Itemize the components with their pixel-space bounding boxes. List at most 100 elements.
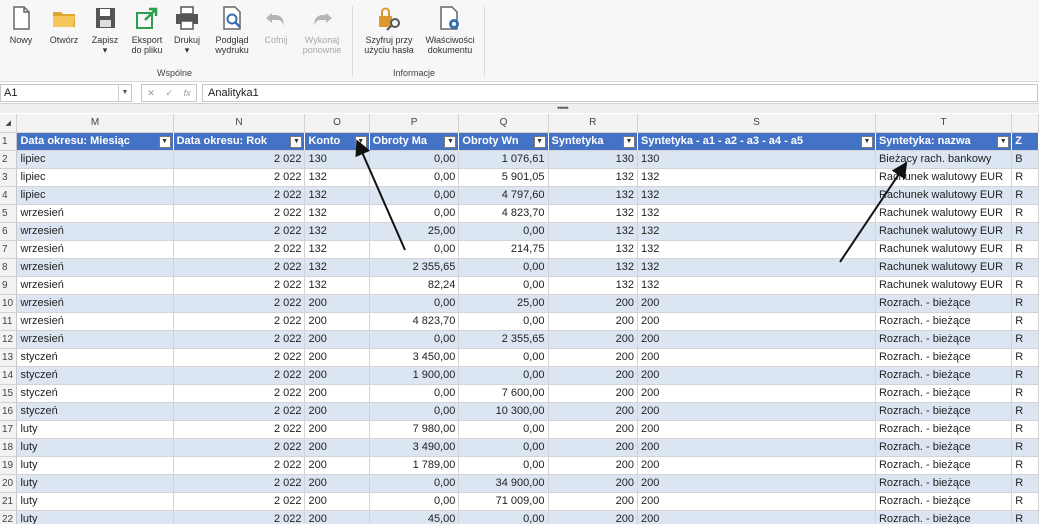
- column-header[interactable]: Syntetyka: nazwa ▼: [875, 132, 1013, 151]
- cell-konto[interactable]: 200: [304, 312, 370, 331]
- column-letter[interactable]: P: [369, 114, 460, 133]
- cell-x[interactable]: R: [1011, 420, 1039, 439]
- column-letter[interactable]: [1011, 114, 1039, 133]
- cell-syn[interactable]: 200: [548, 294, 639, 313]
- cell-syn5[interactable]: 200: [637, 402, 876, 421]
- cell-syn[interactable]: 132: [548, 276, 639, 295]
- cell-ma[interactable]: 0,00: [369, 492, 460, 511]
- cell-syn5[interactable]: 132: [637, 204, 876, 223]
- cell-wn[interactable]: 0,00: [458, 222, 549, 241]
- cell-m[interactable]: luty: [16, 420, 174, 439]
- column-header[interactable]: Syntetyka ▼: [548, 132, 639, 151]
- cell-x[interactable]: B: [1011, 150, 1039, 169]
- cell-konto[interactable]: 200: [304, 348, 370, 367]
- row-number[interactable]: 9: [0, 276, 18, 295]
- cell-x[interactable]: R: [1011, 402, 1039, 421]
- cell-ma[interactable]: 25,00: [369, 222, 460, 241]
- cell-wn[interactable]: 0,00: [458, 276, 549, 295]
- cell-syn[interactable]: 200: [548, 348, 639, 367]
- row-number[interactable]: 1: [0, 132, 18, 151]
- cell-ma[interactable]: 0,00: [369, 474, 460, 493]
- column-header[interactable]: Obroty Wn ▼: [458, 132, 549, 151]
- cell-syn[interactable]: 200: [548, 384, 639, 403]
- cell-wn[interactable]: 0,00: [458, 420, 549, 439]
- cell-m[interactable]: wrzesień: [16, 276, 174, 295]
- cell-syn5[interactable]: 132: [637, 240, 876, 259]
- cell-x[interactable]: R: [1011, 294, 1039, 313]
- cell-nazwa[interactable]: Rachunek walutowy EUR: [875, 168, 1013, 187]
- cell-ma[interactable]: 3 450,00: [369, 348, 460, 367]
- cell-konto[interactable]: 130: [304, 150, 370, 169]
- row-number[interactable]: 11: [0, 312, 18, 331]
- cell-syn[interactable]: 200: [548, 312, 639, 331]
- cell-nazwa[interactable]: Rachunek walutowy EUR: [875, 276, 1013, 295]
- cell-konto[interactable]: 132: [304, 222, 370, 241]
- cell-rok[interactable]: 2 022: [173, 456, 306, 475]
- save-button[interactable]: Zapisz ▾: [90, 4, 120, 55]
- cell-wn[interactable]: 0,00: [458, 510, 549, 524]
- cell-m[interactable]: wrzesień: [16, 312, 174, 331]
- cell-rok[interactable]: 2 022: [173, 366, 306, 385]
- row-number[interactable]: 17: [0, 420, 18, 439]
- cell-m[interactable]: luty: [16, 438, 174, 457]
- cell-rok[interactable]: 2 022: [173, 492, 306, 511]
- cell-konto[interactable]: 200: [304, 510, 370, 524]
- cell-konto[interactable]: 132: [304, 186, 370, 205]
- row-number[interactable]: 12: [0, 330, 18, 349]
- row-number[interactable]: 21: [0, 492, 18, 511]
- cancel-icon[interactable]: ✕: [147, 88, 155, 99]
- cell-wn[interactable]: 4 797,60: [458, 186, 549, 205]
- cell-konto[interactable]: 200: [304, 456, 370, 475]
- filter-dropdown-icon[interactable]: ▼: [623, 135, 636, 148]
- column-letter[interactable]: Q: [458, 114, 549, 133]
- cell-x[interactable]: R: [1011, 222, 1039, 241]
- cell-x[interactable]: R: [1011, 312, 1039, 331]
- row-number[interactable]: 8: [0, 258, 18, 277]
- cell-m[interactable]: styczeń: [16, 384, 174, 403]
- cell-m[interactable]: wrzesień: [16, 240, 174, 259]
- cell-syn5[interactable]: 132: [637, 222, 876, 241]
- cell-rok[interactable]: 2 022: [173, 168, 306, 187]
- cell-x[interactable]: R: [1011, 438, 1039, 457]
- cell-x[interactable]: R: [1011, 168, 1039, 187]
- cell-wn[interactable]: 7 600,00: [458, 384, 549, 403]
- chevron-down-icon[interactable]: ▼: [118, 85, 131, 101]
- cell-nazwa[interactable]: Rozrach. - bieżące: [875, 402, 1013, 421]
- column-header[interactable]: Z: [1011, 132, 1039, 151]
- cell-konto[interactable]: 200: [304, 402, 370, 421]
- cell-syn5[interactable]: 200: [637, 330, 876, 349]
- cell-nazwa[interactable]: Rozrach. - bieżące: [875, 312, 1013, 331]
- cell-m[interactable]: lipiec: [16, 150, 174, 169]
- cell-wn[interactable]: 10 300,00: [458, 402, 549, 421]
- cell-m[interactable]: lipiec: [16, 168, 174, 187]
- cell-nazwa[interactable]: Rachunek walutowy EUR: [875, 204, 1013, 223]
- cell-x[interactable]: R: [1011, 276, 1039, 295]
- cell-nazwa[interactable]: Rozrach. - bieżące: [875, 438, 1013, 457]
- props-button[interactable]: Właściwości dokumentu: [423, 4, 477, 55]
- cell-nazwa[interactable]: Rozrach. - bieżące: [875, 510, 1013, 524]
- filter-dropdown-icon[interactable]: ▼: [533, 135, 546, 148]
- cell-konto[interactable]: 200: [304, 438, 370, 457]
- cell-syn[interactable]: 132: [548, 240, 639, 259]
- cell-nazwa[interactable]: Rozrach. - bieżące: [875, 348, 1013, 367]
- cell-syn5[interactable]: 200: [637, 348, 876, 367]
- cell-ma[interactable]: 4 823,70: [369, 312, 460, 331]
- cell-ma[interactable]: 0,00: [369, 294, 460, 313]
- cell-rok[interactable]: 2 022: [173, 384, 306, 403]
- cell-syn[interactable]: 132: [548, 168, 639, 187]
- cell-nazwa[interactable]: Rachunek walutowy EUR: [875, 222, 1013, 241]
- cell-m[interactable]: styczeń: [16, 402, 174, 421]
- cell-wn[interactable]: 0,00: [458, 456, 549, 475]
- formula-input[interactable]: Analityka1: [202, 84, 1038, 102]
- cell-nazwa[interactable]: Rozrach. - bieżące: [875, 294, 1013, 313]
- cell-wn[interactable]: 0,00: [458, 348, 549, 367]
- cell-nazwa[interactable]: Rozrach. - bieżące: [875, 492, 1013, 511]
- cell-m[interactable]: luty: [16, 510, 174, 524]
- cell-rok[interactable]: 2 022: [173, 222, 306, 241]
- column-header[interactable]: Data okresu: Rok ▼: [173, 132, 306, 151]
- cell-ma[interactable]: 2 355,65: [369, 258, 460, 277]
- filter-dropdown-icon[interactable]: ▼: [158, 135, 171, 148]
- column-letter[interactable]: O: [304, 114, 370, 133]
- cell-m[interactable]: styczeń: [16, 348, 174, 367]
- cell-rok[interactable]: 2 022: [173, 510, 306, 524]
